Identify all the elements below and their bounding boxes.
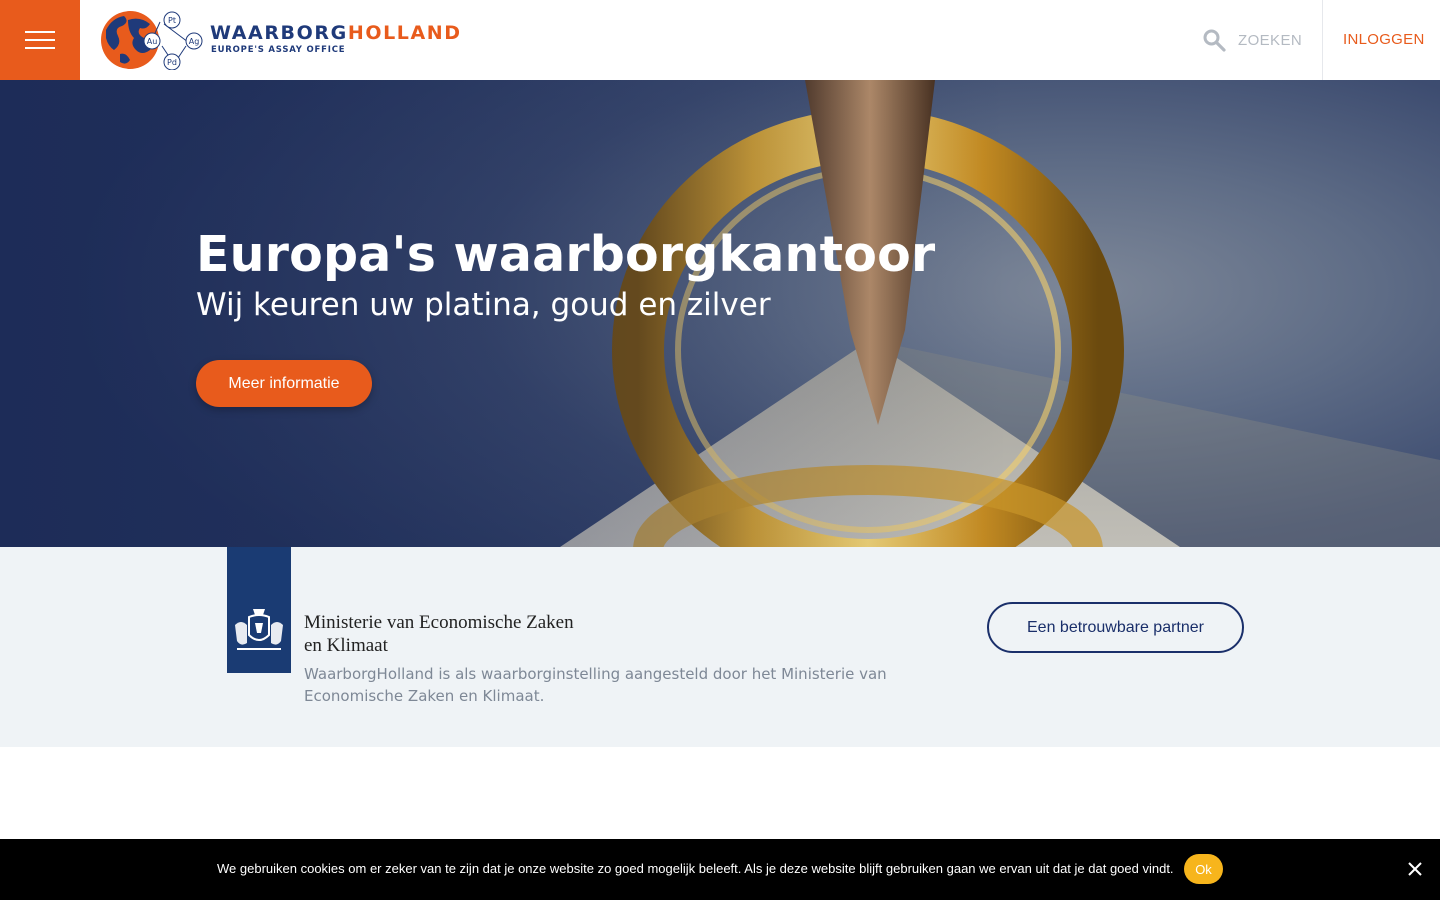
logo-wordmark: WAARBORGHOLLAND bbox=[210, 23, 462, 43]
logo-tagline: EUROPE'S ASSAY OFFICE bbox=[211, 45, 346, 55]
ministry-name-line2: en Klimaat bbox=[304, 635, 388, 656]
search-label: ZOEKEN bbox=[1238, 31, 1303, 49]
ministry-section: Ministerie van Economische Zaken en Klim… bbox=[0, 547, 1440, 747]
cookie-banner: We gebruiken cookies om er zeker van te … bbox=[0, 839, 1440, 900]
search-button[interactable]: ZOEKEN bbox=[1202, 28, 1302, 52]
logo-word-part1: WAARBORG bbox=[210, 22, 348, 44]
hero-subtitle: Wij keuren uw platina, goud en zilver bbox=[196, 287, 771, 323]
search-icon bbox=[1203, 29, 1226, 52]
close-icon[interactable] bbox=[1406, 860, 1424, 878]
menu-button[interactable] bbox=[0, 0, 80, 80]
site-logo[interactable]: Pt Au Ag Pd WAARBORGHOLLAND EUROPE'S ASS… bbox=[100, 8, 460, 72]
more-info-button[interactable]: Meer informatie bbox=[196, 360, 372, 407]
logo-element-pt: Pt bbox=[168, 16, 176, 25]
header-divider bbox=[1322, 0, 1323, 80]
hero-title: Europa's waarborgkantoor bbox=[196, 226, 936, 283]
hamburger-icon-bar bbox=[25, 47, 55, 49]
cookie-message: We gebruiken cookies om er zeker van te … bbox=[217, 861, 1174, 876]
logo-element-pd: Pd bbox=[167, 58, 177, 67]
logo-word-part2: HOLLAND bbox=[347, 22, 462, 44]
ministry-name-line1: Ministerie van Economische Zaken bbox=[304, 612, 574, 633]
hero-banner: Europa's waarborgkantoor Wij keuren uw p… bbox=[0, 80, 1440, 547]
login-link[interactable]: INLOGGEN bbox=[1343, 31, 1425, 48]
hamburger-icon bbox=[25, 31, 55, 33]
rijksoverheid-logo-bar bbox=[227, 547, 291, 673]
dutch-coat-of-arms-icon bbox=[235, 609, 283, 650]
cookie-ok-button[interactable]: Ok bbox=[1184, 854, 1223, 884]
trusted-partner-button[interactable]: Een betrouwbare partner bbox=[987, 602, 1244, 653]
ministry-name: Ministerie van Economische Zaken en Klim… bbox=[304, 611, 574, 657]
globe-logo-icon: Pt Au Ag Pd bbox=[101, 11, 203, 70]
ministry-description: WaarborgHolland is als waarborginstellin… bbox=[304, 665, 887, 705]
hamburger-icon-bar bbox=[25, 39, 55, 41]
site-header: Pt Au Ag Pd WAARBORGHOLLAND EUROPE'S ASS… bbox=[0, 0, 1440, 80]
logo-element-ag: Ag bbox=[189, 37, 200, 46]
logo-element-au: Au bbox=[147, 37, 158, 46]
